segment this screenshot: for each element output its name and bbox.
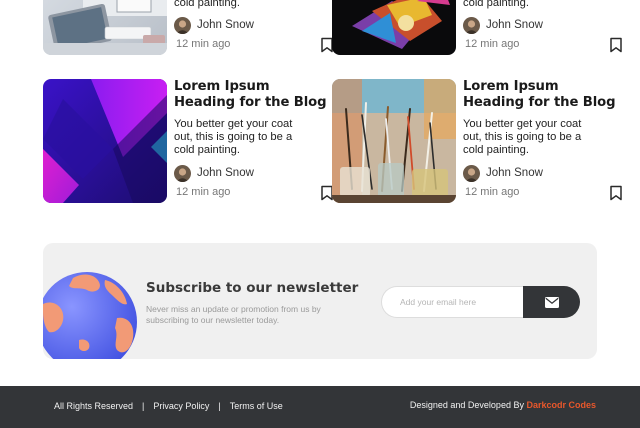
author-name[interactable]: John Snow <box>197 167 254 179</box>
author-name[interactable]: John Snow <box>486 19 543 31</box>
subscribe-button[interactable] <box>523 286 580 318</box>
read-time: 12 min ago <box>465 38 520 50</box>
excerpt-line: You better get your coat <box>463 118 582 130</box>
read-time: 12 min ago <box>176 186 231 198</box>
excerpt-line: You better get your coat <box>174 118 293 130</box>
author-name[interactable]: John Snow <box>486 167 543 179</box>
desk-computer-photo <box>43 0 167 55</box>
bookmark-icon[interactable] <box>609 37 623 53</box>
author-row[interactable]: John Snow <box>174 16 254 34</box>
newsletter-title: Subscribe to our newsletter <box>146 280 359 296</box>
avatar[interactable] <box>463 16 480 34</box>
author-row[interactable]: John Snow <box>463 164 543 182</box>
blog-card-image[interactable] <box>332 0 456 55</box>
excerpt-line: cold painting. <box>463 143 529 156</box>
blog-card[interactable]: Lorem Ipsum Heading for the Blog You bet… <box>43 79 333 203</box>
avatar[interactable] <box>174 164 191 182</box>
blog-heading[interactable]: Lorem Ipsum Heading for the Blog <box>463 79 616 111</box>
newsletter-form <box>381 286 580 318</box>
privacy-policy-link[interactable]: Privacy Policy <box>153 401 209 411</box>
brand-link[interactable]: Darkcodr Codes <box>526 400 596 410</box>
blog-card-image[interactable] <box>332 79 456 203</box>
heading-line[interactable]: Heading for the Blog <box>463 95 616 111</box>
blog-heading[interactable]: Lorem Ipsum Heading for the Blog <box>174 79 327 111</box>
subtitle-line: Never miss an update or promotion from u… <box>146 304 321 314</box>
footer-separator: | <box>218 401 221 411</box>
terms-of-use-link[interactable]: Terms of Use <box>230 401 283 411</box>
paint-brushes-photo <box>332 79 456 203</box>
site-footer: All Rights Reserved | Privacy Policy | T… <box>0 386 640 428</box>
heading-line[interactable]: Heading for the Blog <box>174 95 327 111</box>
blog-card[interactable]: cold painting. John Snow 12 min ago <box>43 0 333 55</box>
blog-card[interactable]: cold painting. John Snow 12 min ago <box>332 0 622 55</box>
colorful-abstract-photo <box>332 0 456 55</box>
copyright-text: All Rights Reserved <box>54 401 134 411</box>
author-name[interactable]: John Snow <box>197 19 254 31</box>
credit-prefix: Designed and Developed By <box>409 400 524 410</box>
avatar[interactable] <box>174 16 191 34</box>
excerpt-line: out, this is going to be a <box>174 130 293 143</box>
read-time: 12 min ago <box>465 186 520 198</box>
blog-excerpt: You better get your coat out, this is go… <box>463 118 623 156</box>
excerpt-line: cold painting. <box>174 143 240 156</box>
purple-gradient-graphic <box>43 79 167 203</box>
author-row[interactable]: John Snow <box>174 164 254 182</box>
blog-card-image[interactable] <box>43 79 167 203</box>
author-row[interactable]: John Snow <box>463 16 543 34</box>
blog-excerpt: You better get your coat out, this is go… <box>174 118 334 156</box>
excerpt-line: cold painting. <box>174 0 240 9</box>
avatar[interactable] <box>463 164 480 182</box>
envelope-icon <box>544 296 559 308</box>
footer-links: All Rights Reserved | Privacy Policy | T… <box>54 401 283 411</box>
read-time: 12 min ago <box>176 38 231 50</box>
newsletter-section: Subscribe to our newsletter Never miss a… <box>43 243 597 359</box>
subtitle-line: subscribing to our newsletter today. <box>146 314 280 325</box>
heading-line[interactable]: Lorem Ipsum <box>463 79 615 95</box>
heading-line[interactable]: Lorem Ipsum <box>174 79 326 95</box>
excerpt-line: out, this is going to be a <box>463 130 582 143</box>
blog-card[interactable]: Lorem Ipsum Heading for the Blog You bet… <box>332 79 622 203</box>
bookmark-icon[interactable] <box>609 185 623 201</box>
footer-separator: | <box>142 401 145 411</box>
footer-credit: Designed and Developed By Darkcodr Codes <box>410 400 596 410</box>
newsletter-subtitle: Never miss an update or promotion from u… <box>146 304 351 325</box>
globe-illustration <box>43 260 137 359</box>
excerpt-line: cold painting. <box>463 0 529 9</box>
email-input[interactable] <box>381 286 541 318</box>
blog-card-image[interactable] <box>43 0 167 55</box>
